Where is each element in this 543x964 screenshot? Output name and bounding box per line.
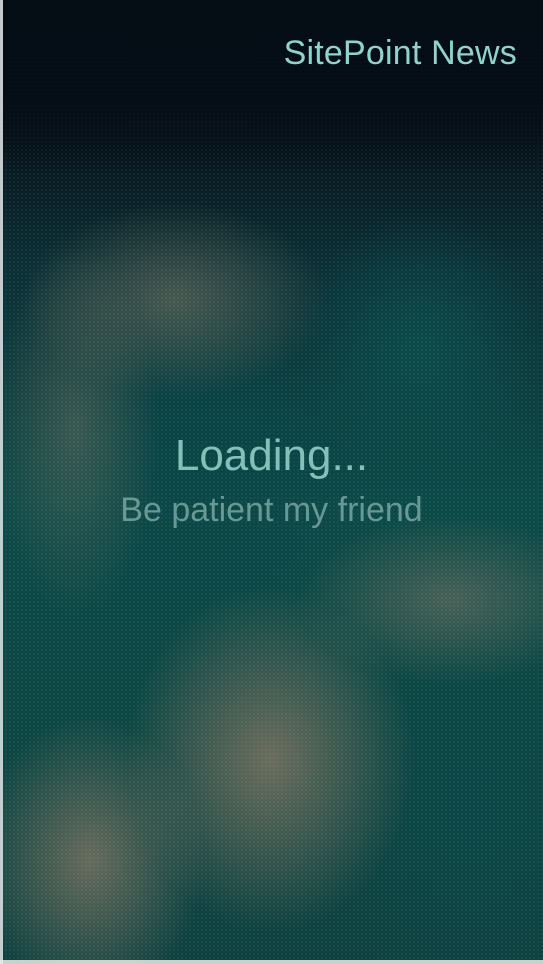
loading-indicator: Loading... Be patient my friend (0, 428, 543, 532)
loading-title: Loading... (174, 431, 369, 480)
page-title: SitePoint News (283, 34, 517, 72)
bottom-edge (0, 960, 543, 964)
loading-subtitle: Be patient my friend (120, 491, 423, 529)
app-screen: SitePoint News Loading... Be patient my … (0, 0, 543, 964)
header-shade (0, 0, 543, 170)
